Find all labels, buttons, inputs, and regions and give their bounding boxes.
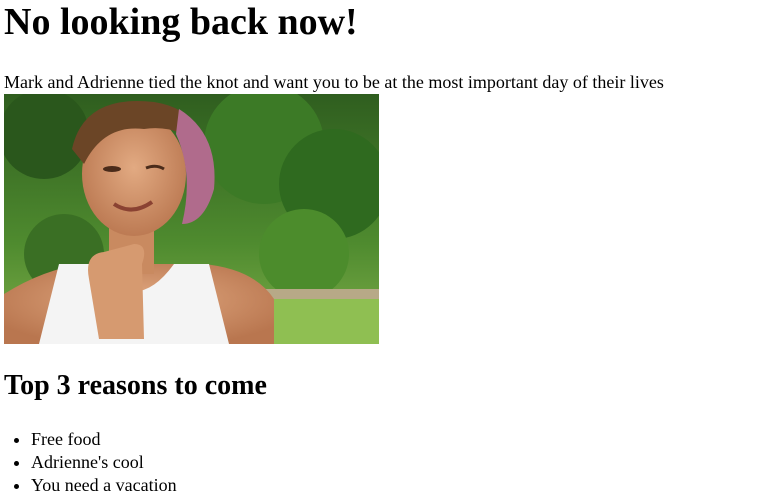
reasons-heading: Top 3 reasons to come [4, 370, 267, 401]
list-item: Free food [31, 428, 177, 451]
page: No looking back now! Mark and Adrienne t… [0, 0, 765, 503]
reasons-list: Free food Adrienne's cool You need a vac… [4, 428, 177, 497]
couple-photo [4, 94, 379, 344]
list-item: Adrienne's cool [31, 451, 177, 474]
list-item: You need a vacation [31, 474, 177, 497]
intro-paragraph: Mark and Adrienne tied the knot and want… [4, 72, 664, 92]
page-title: No looking back now! [4, 1, 358, 43]
